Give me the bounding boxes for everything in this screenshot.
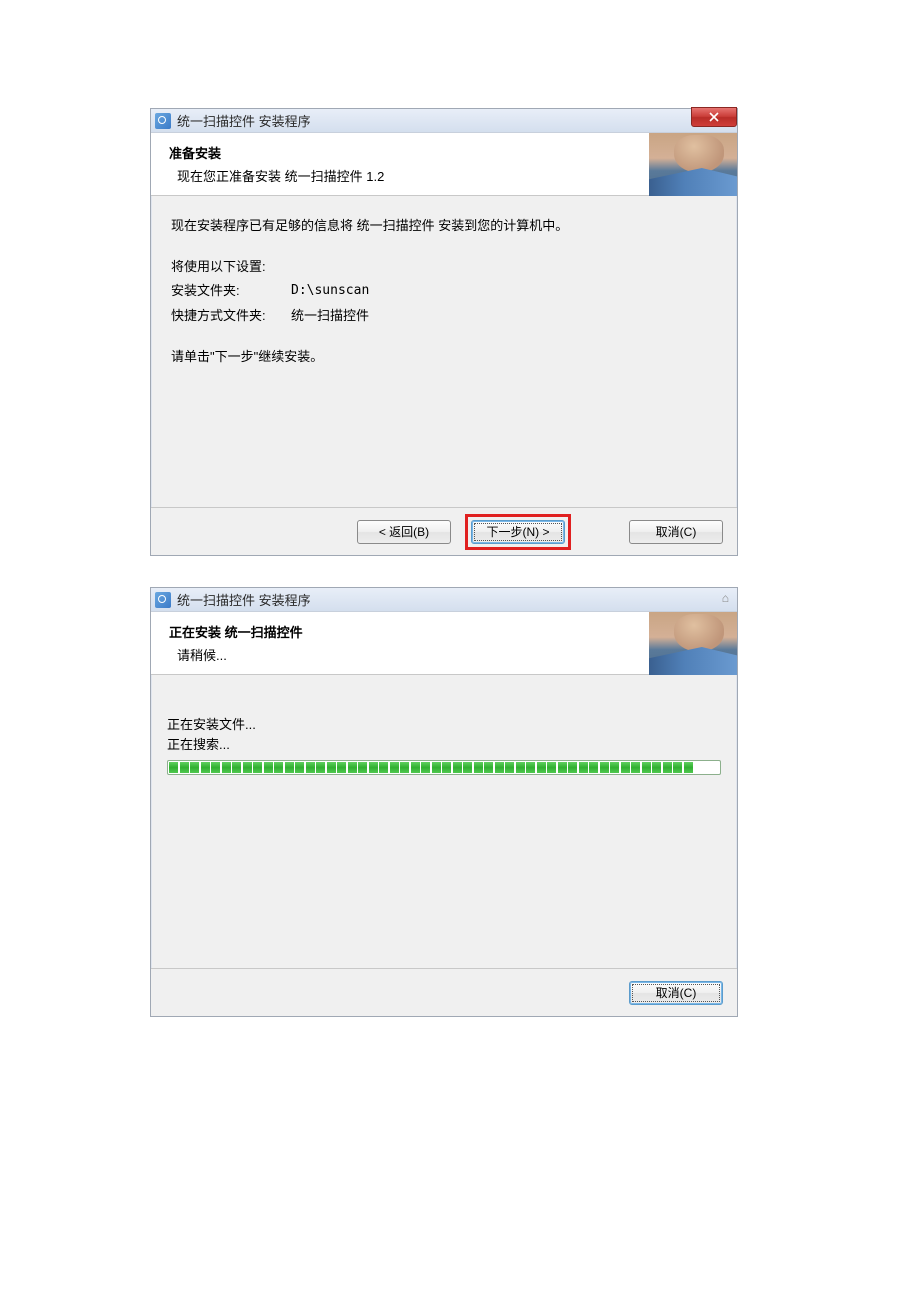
progress-segment [390, 762, 399, 773]
progress-segment [589, 762, 598, 773]
progress-segment [432, 762, 441, 773]
titlebar: 统一扫描控件 安装程序 [151, 109, 737, 133]
window-title: 统一扫描控件 安装程序 [177, 590, 733, 609]
close-button[interactable]: ⌂ [722, 591, 729, 605]
close-icon [709, 112, 719, 122]
app-icon [155, 113, 171, 129]
progress-segment [253, 762, 262, 773]
progress-segment [442, 762, 451, 773]
progress-segment [211, 762, 220, 773]
progress-status-1: 正在安装文件... [167, 715, 721, 735]
progress-segment [169, 762, 178, 773]
progress-segment [274, 762, 283, 773]
progress-panel: 正在安装文件... 正在搜索... [151, 675, 737, 775]
progress-segment [327, 762, 336, 773]
progress-segment [243, 762, 252, 773]
header-subtitle: 请稍候... [169, 645, 303, 664]
titlebar: 统一扫描控件 安装程序 ⌂ [151, 588, 737, 612]
progress-segment [264, 762, 273, 773]
progress-segment [463, 762, 472, 773]
progress-segment [600, 762, 609, 773]
progress-status-2: 正在搜索... [167, 735, 721, 755]
progress-bar [167, 760, 721, 775]
install-folder-label: 安装文件夹: [171, 279, 291, 304]
shortcut-folder-value: 统一扫描控件 [291, 304, 369, 329]
content-panel: 现在安装程序已有足够的信息将 统一扫描控件 安装到您的计算机中。 将使用以下设置… [151, 196, 737, 387]
header-panel: 正在安装 统一扫描控件 请稍候... [151, 612, 737, 675]
progress-segment [201, 762, 210, 773]
install-folder-value: D:\sunscan [291, 279, 369, 304]
header-subtitle: 现在您正准备安装 统一扫描控件 1.2 [169, 166, 384, 185]
progress-segment [474, 762, 483, 773]
installer-window-ready: 统一扫描控件 安装程序 准备安装 现在您正准备安装 统一扫描控件 1.2 现在安… [150, 108, 738, 556]
cancel-button[interactable]: 取消(C) [629, 981, 723, 1005]
progress-segment [642, 762, 651, 773]
progress-segment [379, 762, 388, 773]
progress-segment [306, 762, 315, 773]
progress-segment [190, 762, 199, 773]
next-button-highlight: 下一步(N) > [465, 514, 571, 550]
progress-segment [547, 762, 556, 773]
progress-segment [568, 762, 577, 773]
close-button[interactable] [691, 107, 737, 127]
progress-segment [400, 762, 409, 773]
progress-segment [621, 762, 630, 773]
cancel-button[interactable]: 取消(C) [629, 520, 723, 544]
progress-segment [358, 762, 367, 773]
button-bar: 取消(C) [151, 968, 737, 1016]
progress-segment [337, 762, 346, 773]
progress-segment [516, 762, 525, 773]
progress-segment [579, 762, 588, 773]
progress-segment [537, 762, 546, 773]
progress-segment [316, 762, 325, 773]
progress-segment [232, 762, 241, 773]
progress-segment [558, 762, 567, 773]
progress-segment [295, 762, 304, 773]
progress-segment [652, 762, 661, 773]
progress-segment [484, 762, 493, 773]
progress-segment [180, 762, 189, 773]
header-banner-image [649, 133, 737, 196]
progress-segment [526, 762, 535, 773]
progress-segment [631, 762, 640, 773]
continue-text: 请单击"下一步"继续安装。 [171, 345, 717, 370]
progress-segment [285, 762, 294, 773]
header-title: 正在安装 统一扫描控件 [169, 622, 303, 641]
shortcut-folder-label: 快捷方式文件夹: [171, 304, 291, 329]
progress-segment [610, 762, 619, 773]
window-title: 统一扫描控件 安装程序 [177, 111, 733, 130]
progress-segment [222, 762, 231, 773]
progress-segment [505, 762, 514, 773]
progress-segment [663, 762, 672, 773]
app-icon [155, 592, 171, 608]
progress-segment [673, 762, 682, 773]
progress-segment [348, 762, 357, 773]
progress-segment [421, 762, 430, 773]
header-title: 准备安装 [169, 143, 384, 162]
header-panel: 准备安装 现在您正准备安装 统一扫描控件 1.2 [151, 133, 737, 196]
back-button[interactable]: < 返回(B) [357, 520, 451, 544]
next-button[interactable]: 下一步(N) > [471, 520, 565, 544]
progress-segment [453, 762, 462, 773]
progress-segment [369, 762, 378, 773]
button-bar: < 返回(B) 下一步(N) > 取消(C) [151, 507, 737, 555]
progress-segment [411, 762, 420, 773]
settings-intro: 将使用以下设置: [171, 255, 717, 280]
info-text: 现在安装程序已有足够的信息将 统一扫描控件 安装到您的计算机中。 [171, 214, 717, 239]
header-banner-image [649, 612, 737, 675]
progress-segment [684, 762, 693, 773]
progress-segment [495, 762, 504, 773]
installer-window-progress: 统一扫描控件 安装程序 ⌂ 正在安装 统一扫描控件 请稍候... 正在安装文件.… [150, 587, 738, 1017]
